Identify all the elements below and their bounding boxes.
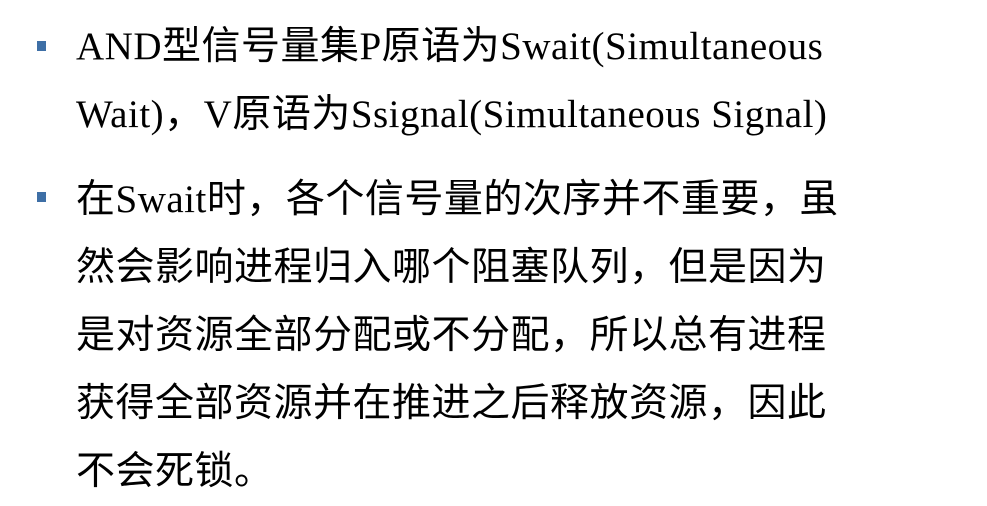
square-bullet-icon [37, 41, 46, 51]
bullet-text: AND型信号量集P原语为Swait(Simultaneous Wait)，V原语… [76, 13, 946, 149]
text-line: 不会死锁。 [76, 450, 274, 493]
text-line: 然会影响进程归入哪个阻塞队列，但是因为 [76, 246, 827, 289]
text-line: AND型信号量集P原语为Swait(Simultaneous [76, 25, 824, 68]
text-line: 是对资源全部分配或不分配，所以总有进程 [76, 314, 827, 357]
slide-content: AND型信号量集P原语为Swait(Simultaneous Wait)，V原语… [0, 0, 987, 501]
square-bullet-icon [37, 192, 46, 202]
text-line: 获得全部资源并在推进之后释放资源，因此 [76, 382, 827, 425]
bullet-text: 在Swait时，各个信号量的次序并不重要，虽 然会影响进程归入哪个阻塞队列，但是… [76, 166, 946, 506]
text-line: 在Swait时，各个信号量的次序并不重要，虽 [76, 178, 839, 221]
text-line: Wait)，V原语为Ssignal(Simultaneous Signal) [76, 93, 828, 136]
